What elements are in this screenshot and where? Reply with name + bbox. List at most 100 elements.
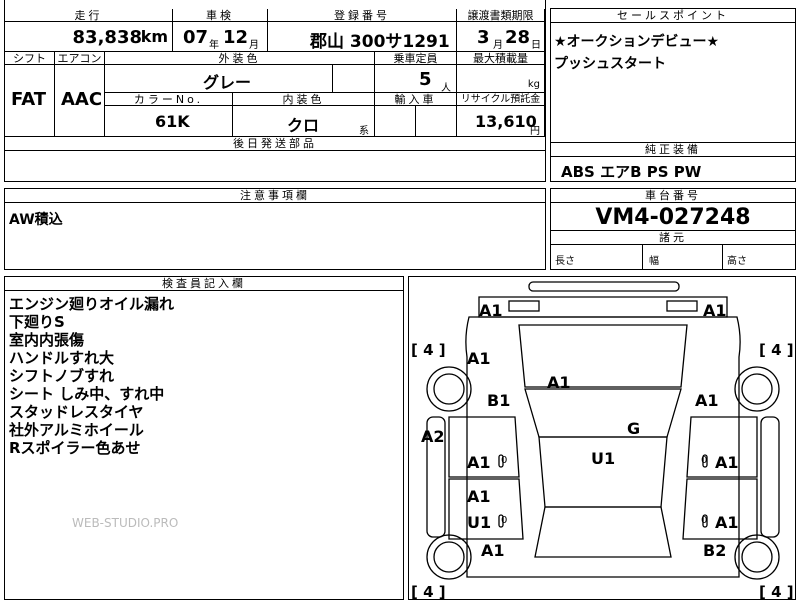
damage-mark: B2 xyxy=(703,541,727,560)
inspector-box: 検査員記入欄 エンジン廻りオイル漏れ 下廻りS 室内内張傷 ハンドルすれ大 シフ… xyxy=(4,276,404,600)
transfer-month: 3 xyxy=(477,27,490,48)
roof-outline xyxy=(538,436,668,508)
mileage-unit: km xyxy=(140,27,168,46)
damage-mark: U1 xyxy=(591,449,616,468)
length-label: 長さ xyxy=(555,256,575,267)
interior-color-value: クロ xyxy=(287,116,320,135)
inspector-line: エンジン廻りオイル漏れ xyxy=(9,295,175,313)
inspector-line: Rスポイラー色あせ xyxy=(9,439,141,457)
damage-mark: A1 xyxy=(479,301,503,320)
shift-header: シフト xyxy=(5,52,55,65)
inspector-line: 室内内張傷 xyxy=(9,331,85,349)
tire-size-front-left: [ 4 ] xyxy=(411,341,446,359)
color-no-value: 61K xyxy=(155,112,190,131)
max-load-cell: kg xyxy=(457,65,545,93)
inspector-line: ハンドルすれ大 xyxy=(9,349,115,367)
hood-outline xyxy=(518,324,688,388)
zero-mark: 0 xyxy=(701,455,708,466)
color-no-header: カラーNo. xyxy=(105,93,233,106)
damage-mark: A1 xyxy=(703,301,727,320)
import-header: 輸入車 xyxy=(375,93,457,106)
inspection-cell: 07 年 12 月 xyxy=(173,22,268,52)
registration-value: 郡山 300サ1291 xyxy=(310,32,450,52)
inspector-line: シート しみ中、すれ中 xyxy=(9,385,165,403)
transfer-month-unit: 月 xyxy=(493,40,503,51)
damage-mark: A1 xyxy=(467,453,491,472)
inspector-line: シフトノブすれ xyxy=(9,367,115,385)
body-outline xyxy=(465,316,741,578)
exterior-color-value: グレー xyxy=(203,73,252,92)
notes-header: 注意事項欄 xyxy=(5,189,545,203)
damage-mark: G xyxy=(627,419,641,438)
sales-point-header: セールスポイント xyxy=(551,9,795,23)
aircon-value: AAC xyxy=(61,89,103,110)
capacity-header: 乗車定員 xyxy=(375,52,457,65)
damage-mark: A1 xyxy=(715,453,739,472)
year-unit: 年 xyxy=(209,40,219,51)
top-info-table: 走行 車検 登録番号 譲渡書類期限 83,838 km 07 年 12 月 郡山… xyxy=(4,0,546,182)
tire-size-front-right: [ 4 ] xyxy=(759,341,794,359)
transfer-deadline-header: 譲渡書類期限 xyxy=(457,9,545,22)
interior-color-cell: クロ 系 xyxy=(233,106,375,137)
shift-cell: FAT xyxy=(5,65,55,137)
equipment-header: 純正装備 xyxy=(551,143,795,157)
dims-row: 長さ 幅 高さ xyxy=(551,244,795,269)
windshield-outline xyxy=(524,388,682,438)
hood-top-outline xyxy=(478,296,728,318)
inspector-lines: エンジン廻りオイル漏れ 下廻りS 室内内張傷 ハンドルすれ大 シフトノブすれ シ… xyxy=(9,295,174,457)
rear-window-outline xyxy=(534,506,672,558)
mileage-value: 83,838 xyxy=(72,27,142,48)
sales-point-box: セールスポイント ★オークションデビュー★ プッシュスタート xyxy=(550,8,796,144)
inspector-header: 検査員記入欄 xyxy=(5,277,403,291)
capacity-value: 5 xyxy=(419,69,432,90)
dims-header: 諸元 xyxy=(551,230,795,245)
aircon-header: エアコン xyxy=(55,52,105,65)
damage-mark: A1 xyxy=(467,349,491,368)
registration-cell: 郡山 300サ1291 xyxy=(268,22,457,52)
import-cell-a xyxy=(375,106,416,137)
length-cell: 長さ xyxy=(551,244,643,269)
capacity-unit: 人 xyxy=(441,83,451,94)
month-unit: 月 xyxy=(249,40,259,51)
width-label: 幅 xyxy=(649,256,659,267)
exterior-color-extra xyxy=(333,65,375,93)
damage-mark: U1 xyxy=(467,513,492,532)
zero-mark: 0 xyxy=(701,515,708,526)
mileage-cell: 83,838 km xyxy=(5,22,173,52)
recycle-cell: 13,610 円 xyxy=(457,106,545,137)
exterior-color-cell: グレー xyxy=(105,65,333,93)
sales-point-line-2: プッシュスタート xyxy=(554,56,666,72)
width-cell: 幅 xyxy=(643,244,723,269)
watermark: WEB-STUDIO.PRO xyxy=(72,516,179,530)
car-diagram-box: [ 4 ] [ 4 ] [ 4 ] [ 4 ] A1 A1 A1 A1 B1 A… xyxy=(408,276,796,600)
later-parts-header: 後日発送部品 xyxy=(5,137,545,151)
recycle-unit: 円 xyxy=(530,126,540,137)
damage-mark: A1 xyxy=(695,391,719,410)
mileage-header: 走行 xyxy=(5,9,173,22)
zero-mark: 0 xyxy=(501,455,508,466)
damage-mark: A1 xyxy=(547,373,571,392)
chassis-box: 車台番号 VM4-027248 諸元 長さ 幅 高さ xyxy=(550,188,796,270)
recycle-header: リサイクル預託金 xyxy=(457,93,545,106)
damage-mark: A1 xyxy=(467,487,491,506)
tire-size-rear-right: [ 4 ] xyxy=(759,583,794,600)
zero-mark: 0 xyxy=(501,515,508,526)
inspector-line: スタッドレスタイヤ xyxy=(9,403,144,421)
interior-suffix: 系 xyxy=(359,126,369,137)
transfer-deadline-cell: 3 月 28 日 xyxy=(457,22,545,52)
capacity-cell: 5 人 xyxy=(375,65,457,94)
transfer-day: 28 xyxy=(505,27,531,48)
notes-value: AW積込 xyxy=(9,212,63,228)
notes-box: 注意事項欄 AW積込 xyxy=(4,188,546,270)
height-cell: 高さ xyxy=(723,244,795,269)
damage-mark: A2 xyxy=(421,427,445,446)
inspector-line: 下廻りS xyxy=(9,313,65,331)
chassis-header: 車台番号 xyxy=(551,189,795,203)
front-grille-2 xyxy=(666,300,698,312)
recycle-value: 13,610 xyxy=(475,112,537,131)
sales-point-line-1: ★オークションデビュー★ xyxy=(554,34,720,50)
interior-color-header: 内装色 xyxy=(233,93,375,106)
max-load-header: 最大積載量 xyxy=(457,52,545,65)
damage-mark: A1 xyxy=(715,513,739,532)
exterior-color-header: 外装色 xyxy=(105,52,375,65)
